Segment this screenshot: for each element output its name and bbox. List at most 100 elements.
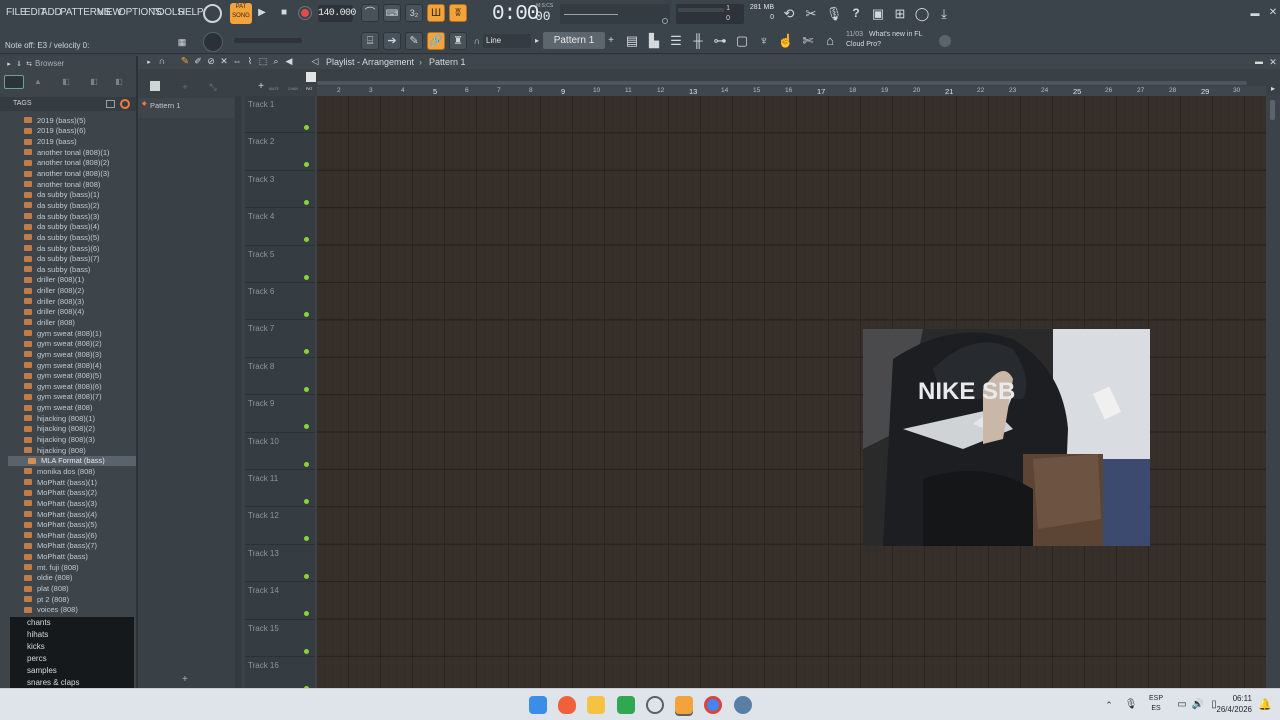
tray-mic-icon[interactable]: 🎙	[1125, 699, 1138, 711]
browser-folder-icon-b[interactable]: ◧	[88, 77, 100, 87]
fl-studio-taskbar-icon[interactable]	[675, 696, 693, 714]
track-mute-led[interactable]	[304, 312, 309, 317]
playlist-close-icon[interactable]: ✕	[1268, 57, 1278, 67]
browser-item[interactable]: MoPhatt (bass)	[8, 551, 136, 562]
browser-item[interactable]: hijacking (808)	[8, 445, 136, 456]
browser-category[interactable]: samples	[10, 665, 134, 677]
pat-song-toggle[interactable]: PAT SONG	[230, 3, 252, 24]
piano-roll-icon[interactable]: ▙	[645, 32, 663, 49]
news-line-1[interactable]: What's new in FL	[869, 31, 922, 38]
playlist-speaker-icon[interactable]: ◁	[310, 56, 320, 67]
scissors-icon[interactable]: ✄	[799, 32, 817, 49]
pattern-mode-icon[interactable]	[306, 72, 316, 82]
loop-record-icon[interactable]: ʬ	[449, 4, 467, 22]
volume-icon[interactable]: 🔊	[1192, 699, 1204, 711]
main-volume-knob[interactable]	[203, 32, 223, 52]
browser-options-icon[interactable]: ▸	[4, 59, 14, 69]
browser-item[interactable]: MoPhatt (bass)(7)	[8, 541, 136, 552]
browser-item[interactable]: oldie (808)	[8, 573, 136, 584]
download-icon[interactable]: ⤓	[935, 4, 953, 22]
mixer-icon[interactable]: ⊞	[891, 4, 909, 22]
magnet-snap-icon[interactable]: ∩	[157, 56, 167, 67]
news-gear-icon[interactable]	[939, 35, 951, 47]
playback-tool-icon[interactable]: ◀	[284, 56, 294, 67]
browser-item[interactable]: MoPhatt (bass)(5)	[8, 519, 136, 530]
track-mute-led[interactable]	[304, 461, 309, 467]
menu-add[interactable]: ADD	[41, 7, 62, 18]
minimize-icon[interactable]: ▬	[1250, 8, 1260, 18]
chat-icon[interactable]: ◯	[913, 4, 931, 22]
picker-scrollbar[interactable]	[235, 96, 241, 688]
track-header[interactable]: Track 5	[245, 246, 315, 283]
browser-search-icon[interactable]	[4, 75, 24, 89]
playlist-breadcrumb-pattern[interactable]: Pattern 1	[429, 57, 466, 67]
menu-help[interactable]: HELP	[178, 7, 204, 18]
stamp-icon[interactable]: ♜	[449, 32, 467, 50]
plugin-picker-icon[interactable]: ♆	[755, 32, 773, 49]
browser-item[interactable]: 2019 (bass)(5)	[8, 115, 136, 126]
stop-icon[interactable]: ■	[276, 5, 292, 21]
chrome-icon[interactable]	[704, 696, 722, 714]
slip-tool-icon[interactable]: ⇔	[232, 56, 242, 67]
tray-chevron-icon[interactable]: ⌃	[1103, 699, 1115, 711]
track-mute-led[interactable]	[304, 349, 309, 355]
browser-folder-icon-a[interactable]: ◧	[60, 77, 72, 87]
track-header[interactable]: Track 2	[245, 133, 315, 171]
timeline-ruler[interactable]: 2 3 4 5 6 7 8 9 10 11 12 13 14 15 16 17 18 19 20 21 22 23 24 25…	[317, 86, 1266, 96]
track-mute-led[interactable]	[304, 386, 309, 392]
picker-add-icon[interactable]: +	[182, 674, 188, 685]
song-time[interactable]: 0:00	[492, 3, 539, 26]
browser-filter-icon[interactable]: ▲	[32, 77, 44, 87]
browser-item[interactable]: another tonal (808)	[8, 179, 136, 190]
browser-item[interactable]: pt 2 (808)	[8, 594, 136, 605]
microphone-icon[interactable]: 🎙	[825, 4, 843, 22]
browser-item[interactable]: MoPhatt (bass)(4)	[8, 509, 136, 520]
add-row-icon[interactable]: +	[256, 82, 266, 92]
lang-top[interactable]: ESP	[1146, 695, 1166, 702]
browser-pin-icon[interactable]: ⇓	[14, 59, 24, 69]
draw-pencil-icon[interactable]: ✎	[180, 56, 190, 67]
magnet-icon[interactable]: ∩	[472, 36, 482, 46]
touch-controller-icon[interactable]: ☝	[777, 32, 795, 49]
notification-bell-icon[interactable]: 🔔	[1258, 698, 1272, 712]
track-header[interactable]: Track 9	[245, 395, 315, 433]
browser-folder-icon-c[interactable]: ◧	[113, 77, 125, 87]
news-line-2[interactable]: Cloud Pro?	[846, 41, 881, 48]
file-explorer-icon[interactable]	[587, 696, 605, 714]
brave-browser-icon[interactable]	[558, 696, 576, 714]
undo-history-icon[interactable]: ⟲	[780, 4, 798, 22]
track-header[interactable]: Track 14	[245, 582, 315, 620]
snap-icon[interactable]: ⌸	[361, 32, 379, 50]
track-mute-led[interactable]	[304, 573, 309, 579]
browser-item[interactable]: monika dos (808)	[8, 466, 136, 477]
record-icon[interactable]	[299, 7, 311, 19]
scroll-right-icon[interactable]: ▸	[1266, 84, 1280, 94]
track-mute-led[interactable]	[304, 274, 309, 280]
pattern-prev-icon[interactable]: ▸	[533, 35, 541, 47]
mute-tool-icon[interactable]: ✕	[219, 56, 229, 67]
browser-item[interactable]: gym sweat (808)(1)	[8, 328, 136, 339]
browser-item[interactable]: MoPhatt (bass)(3)	[8, 498, 136, 509]
pencil-icon[interactable]: ✎	[405, 32, 423, 50]
lang-bottom[interactable]: ES	[1146, 705, 1166, 712]
tempo-display[interactable]: 140.000	[318, 5, 356, 22]
browser-item[interactable]: mt. fuji (808)	[8, 562, 136, 573]
typing-keyboard-icon[interactable]: ⌒	[361, 4, 379, 22]
settings-gear-icon[interactable]	[734, 696, 752, 714]
arrow-right-icon[interactable]: ➔	[383, 32, 401, 50]
track-header[interactable]: Track 10	[245, 433, 315, 470]
slice-tool-icon[interactable]: ⌇	[245, 56, 255, 67]
browser-item[interactable]: another tonal (808)(1)	[8, 147, 136, 158]
browser-item[interactable]: hijacking (808)(1)	[8, 413, 136, 424]
browser-category[interactable]: hihats	[10, 629, 134, 641]
network-icon[interactable]: ▭	[1176, 699, 1188, 711]
clock-date[interactable]: 26/4/2026	[1210, 705, 1252, 714]
browser-item[interactable]: driller (808)(3)	[8, 296, 136, 307]
snap-selector[interactable]: Line	[483, 34, 531, 48]
browser-item[interactable]: MLA Format (bass)	[8, 455, 136, 467]
track-mute-led[interactable]	[304, 499, 309, 504]
playlist-minimize-icon[interactable]: ▬	[1254, 57, 1264, 67]
main-pitch-slider[interactable]	[234, 38, 302, 43]
browser-category[interactable]: chants	[10, 617, 134, 629]
track-header[interactable]: Track 15	[245, 620, 315, 657]
